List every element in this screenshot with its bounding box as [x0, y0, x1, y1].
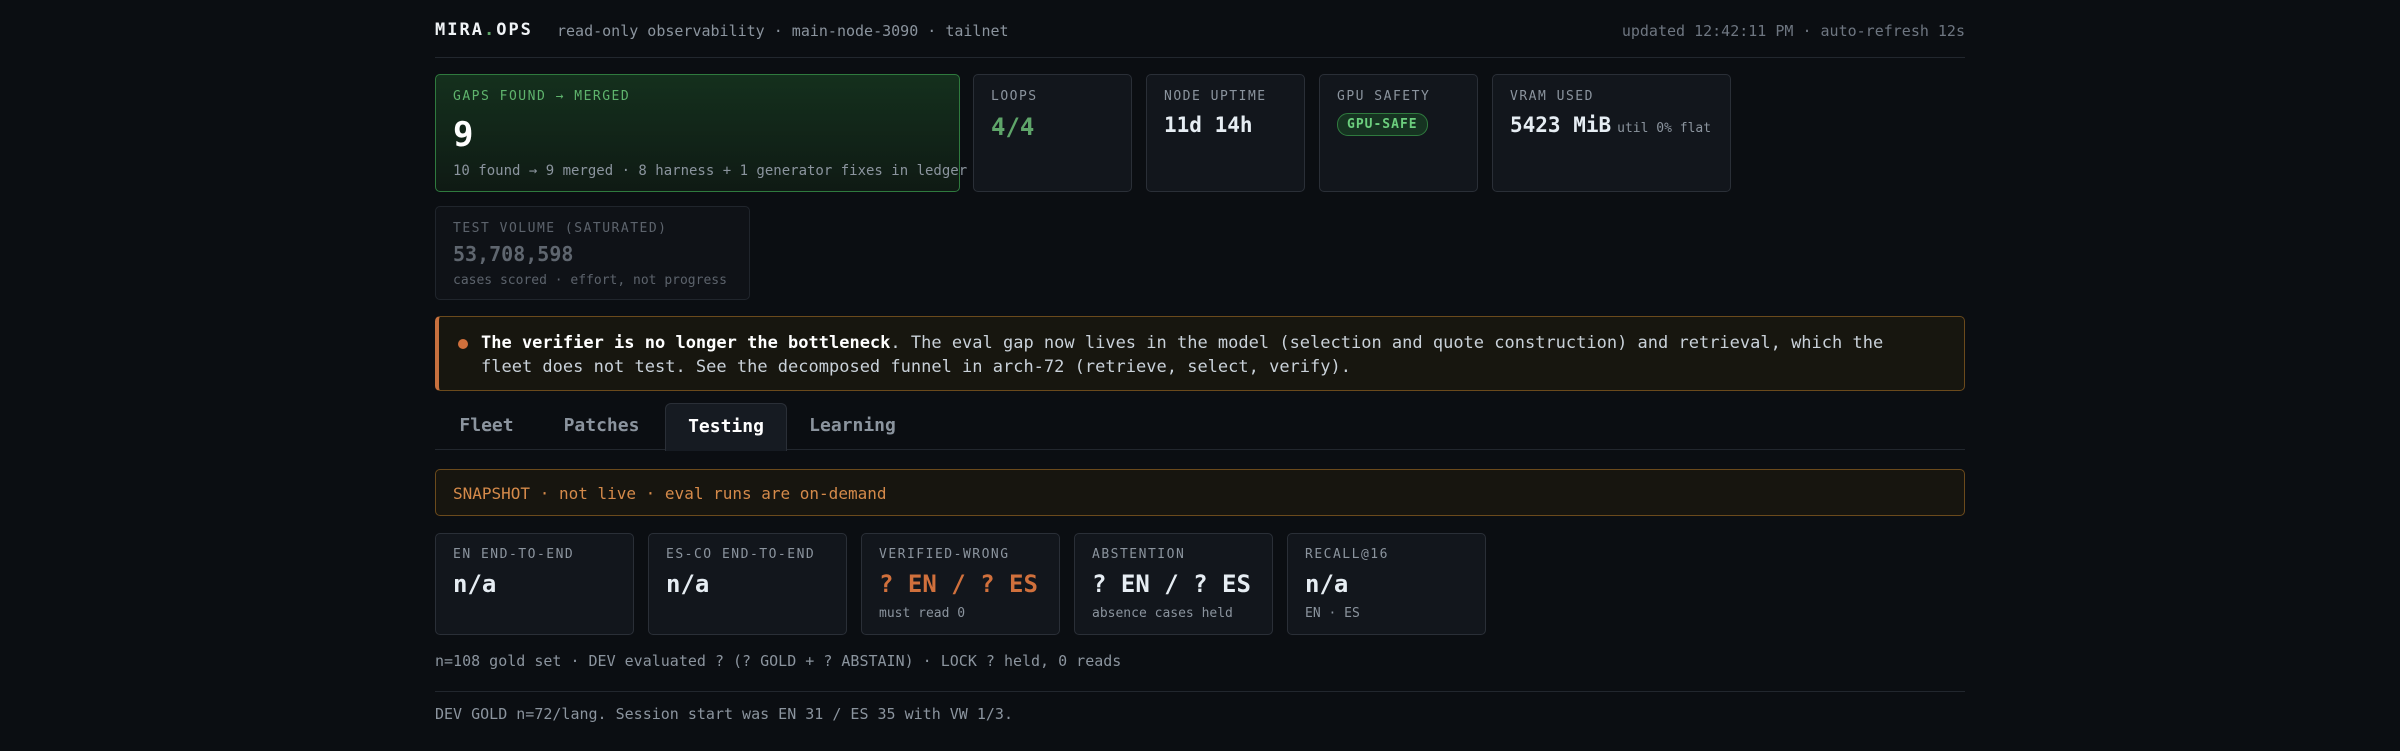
alert-message: The verifier is no longer the bottleneck…: [481, 331, 1941, 379]
session-footnote: DEV GOLD n=72/lang. Session start was EN…: [435, 705, 1013, 723]
gaps-sub: 10 found → 9 merged · 8 harness + 1 gene…: [453, 163, 968, 179]
metric-card-abstention: ABSTENTION ? EN / ? ES absence cases hel…: [1074, 533, 1273, 635]
metric-label: ABSTENTION: [1092, 547, 1186, 562]
alert-headline: The verifier is no longer the bottleneck: [481, 333, 891, 353]
alert-dot-icon: [458, 339, 468, 349]
vram-label: VRAM USED: [1510, 89, 1594, 104]
gaps-card: GAPS FOUND → MERGED 9 10 found → 9 merge…: [435, 74, 967, 192]
vram-card: VRAM USED 5423 MiB util 0% flat: [1492, 74, 1731, 192]
metric-value: n/a: [453, 570, 497, 598]
vram-amount: 5423 MiB: [1510, 113, 1612, 137]
test-volume-card: TEST VOLUME (SATURATED) 53,708,598 cases…: [435, 206, 750, 300]
header-subtitle: read-only observability · main-node-3090…: [557, 22, 1009, 40]
tab-bar: Fleet Patches Testing Learning: [435, 403, 1965, 451]
metric-card-verified-wrong: VERIFIED-WRONG ? EN / ? ES must read 0: [861, 533, 1060, 635]
top-bar: MIRA.OPS read-only observability · main-…: [435, 0, 1965, 58]
divider: [435, 691, 1965, 692]
gpu-safety-label: GPU SAFETY: [1337, 89, 1431, 104]
gold-set-summary: n=108 gold set · DEV evaluated ? (? GOLD…: [435, 652, 1122, 670]
metric-sub: absence cases held: [1092, 606, 1233, 621]
metric-value: ? EN / ? ES: [879, 570, 1038, 598]
tab-patches[interactable]: Patches: [538, 403, 665, 450]
loops-value: 4/4: [991, 113, 1035, 141]
vram-value: 5423 MiB util 0% flat: [1510, 113, 1711, 137]
snapshot-banner: SNAPSHOT · not live · eval runs are on-d…: [435, 469, 1965, 516]
metric-label: VERIFIED-WRONG: [879, 547, 1010, 562]
refresh-status: updated 12:42:11 PM · auto-refresh 12s: [1621, 22, 1965, 40]
metric-label: RECALL@16: [1305, 547, 1389, 562]
test-volume-sub: cases scored · effort, not progress: [453, 273, 727, 288]
metric-value: n/a: [666, 570, 710, 598]
gaps-value: 9: [453, 115, 474, 155]
gaps-label: GAPS FOUND → MERGED: [453, 89, 631, 104]
metric-value: n/a: [1305, 570, 1349, 598]
metric-sub: EN · ES: [1305, 606, 1360, 621]
metric-sub: must read 0: [879, 606, 966, 621]
tab-learning[interactable]: Learning: [787, 403, 918, 450]
metric-value: ? EN / ? ES: [1092, 570, 1251, 598]
uptime-label: NODE UPTIME: [1164, 89, 1267, 104]
loops-label: LOOPS: [991, 89, 1038, 104]
metric-label: ES-CO END-TO-END: [666, 547, 816, 562]
tab-testing[interactable]: Testing: [665, 403, 787, 451]
metric-card-es-co-end-to-end: ES-CO END-TO-END n/a: [648, 533, 847, 635]
uptime-card: NODE UPTIME 11d 14h: [1146, 74, 1305, 192]
brand-logo: MIRA.OPS: [435, 20, 533, 40]
test-volume-label: TEST VOLUME (SATURATED): [453, 221, 668, 236]
tab-fleet[interactable]: Fleet: [435, 403, 538, 450]
metric-card-recall-16: RECALL@16 n/a EN · ES: [1287, 533, 1486, 635]
uptime-value: 11d 14h: [1164, 113, 1253, 137]
vram-note: util 0% flat: [1617, 121, 1712, 136]
gpu-safe-badge: GPU-SAFE: [1337, 113, 1428, 136]
metric-card-en-end-to-end: EN END-TO-END n/a: [435, 533, 634, 635]
test-volume-value: 53,708,598: [453, 242, 574, 266]
gpu-safety-card: GPU SAFETY GPU-SAFE: [1319, 74, 1478, 192]
dashboard: MIRA.OPS read-only observability · main-…: [435, 0, 1965, 751]
loops-card: LOOPS 4/4: [973, 74, 1132, 192]
snapshot-text: SNAPSHOT · not live · eval runs are on-d…: [453, 484, 887, 503]
metric-label: EN END-TO-END: [453, 547, 575, 562]
bottleneck-alert: The verifier is no longer the bottleneck…: [435, 316, 1965, 391]
